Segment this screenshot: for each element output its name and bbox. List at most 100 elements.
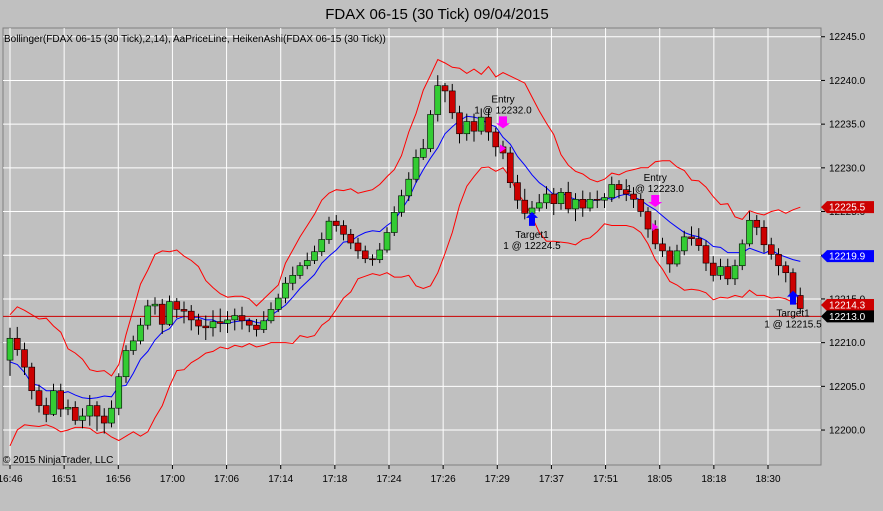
candle-body <box>470 121 478 132</box>
candle-body <box>296 265 304 276</box>
candle-body <box>79 415 86 421</box>
candle-body <box>572 199 579 210</box>
candle-body <box>108 407 115 424</box>
x-tick-label: 16:51 <box>52 474 77 485</box>
candle-body <box>318 239 326 253</box>
candle-body <box>303 260 311 267</box>
price-marker: 12214.3 <box>821 299 874 312</box>
y-tick-label: 12200.0 <box>829 426 866 437</box>
candle-body <box>550 193 558 204</box>
candle-body <box>680 236 688 252</box>
candle-body <box>760 226 768 246</box>
candle-body <box>673 250 681 265</box>
candle-body <box>456 112 463 135</box>
candle-body <box>202 325 210 329</box>
target-detail-label: 1 @ 12224.5 <box>503 241 561 252</box>
y-tick-label: 12205.0 <box>829 382 866 393</box>
price-marker-label: 12225.5 <box>829 203 866 214</box>
candle-body <box>253 324 260 330</box>
y-tick-label: 12240.0 <box>829 76 866 87</box>
y-tick-label: 12235.0 <box>829 120 866 131</box>
candle-body <box>427 114 434 149</box>
candle-body <box>477 116 485 132</box>
candle-body <box>245 320 253 326</box>
candle-body <box>187 310 195 321</box>
candle-body <box>6 337 14 361</box>
candle-body <box>115 376 123 409</box>
candle-body <box>376 249 384 260</box>
candle-body <box>724 266 732 280</box>
x-tick-label: 16:46 <box>0 474 23 485</box>
y-tick-label: 12210.0 <box>829 338 866 349</box>
price-marker: 12213.0 <box>821 310 874 323</box>
candle-body <box>746 219 753 245</box>
candle-body <box>21 349 28 368</box>
candle-body <box>274 297 282 310</box>
candle-body <box>28 366 36 392</box>
candle-body <box>238 315 246 322</box>
candle-body <box>412 157 420 180</box>
x-tick-label: 18:05 <box>647 474 672 485</box>
candle-body <box>390 212 398 233</box>
candle-body <box>173 301 181 310</box>
candle-body <box>50 390 57 415</box>
candle-body <box>586 199 594 209</box>
candle-body <box>688 236 695 239</box>
candle-body <box>347 233 355 244</box>
candle-body <box>180 309 188 312</box>
candle-body <box>564 192 572 210</box>
entry-detail-label: 1 @ 12232.0 <box>474 105 532 116</box>
candle-body <box>282 282 289 299</box>
price-marker-label: 12219.9 <box>829 252 866 263</box>
candle-body <box>644 211 652 230</box>
candle-body <box>521 199 529 214</box>
candle-body <box>158 303 166 325</box>
candle-body <box>557 192 565 204</box>
candle-body <box>709 262 717 276</box>
candle-body <box>93 405 101 417</box>
x-tick-label: 17:06 <box>214 474 239 485</box>
copyright-text: © 2015 NinjaTrader, LLC <box>3 455 113 466</box>
candle-body <box>717 266 724 276</box>
price-marker: 12219.9 <box>821 250 874 263</box>
candle-body <box>267 309 275 322</box>
candle-body <box>340 225 347 235</box>
candle-body <box>231 315 239 321</box>
candle-body <box>144 305 152 326</box>
candle-body <box>151 303 159 307</box>
target-detail-label: 1 @ 12215.5 <box>764 320 822 331</box>
candle-body <box>666 250 674 265</box>
candle-body <box>332 220 340 226</box>
candle-body <box>419 148 427 158</box>
candle-body <box>485 116 492 133</box>
candle-bull <box>738 239 746 271</box>
candle-body <box>195 319 202 327</box>
candle-body <box>601 197 608 201</box>
candle-body <box>325 220 333 240</box>
y-tick-label: 12230.0 <box>829 163 866 174</box>
target-title-label: Target1 <box>776 309 810 320</box>
candle-body <box>651 228 659 245</box>
price-marker-label: 12213.0 <box>829 312 866 323</box>
candle-bull <box>427 110 434 153</box>
candle-body <box>796 295 804 309</box>
price-marker: 12225.5 <box>821 201 874 214</box>
chart-svg: Entry1 @ 12232.0Target11 @ 12224.5Entry1… <box>0 0 883 511</box>
candle-body <box>64 407 72 410</box>
x-tick-label: 17:18 <box>322 474 347 485</box>
candle-bear <box>506 146 514 188</box>
entry-detail-label: 1 @ 12223.0 <box>627 184 685 195</box>
candle-body <box>695 238 703 246</box>
x-tick-label: 17:29 <box>485 474 510 485</box>
candle-body <box>260 320 268 330</box>
chart-root: Entry 1 @ 12232.0 Target1 1 @ 12224.5 Entry 1… <box>0 0 883 511</box>
chart-title: FDAX 06-15 (30 Tick) 09/04/2015 <box>325 6 548 23</box>
x-tick-label: 17:14 <box>268 474 293 485</box>
candle-body <box>405 178 413 197</box>
candle-body <box>434 85 442 115</box>
y-tick-label: 12245.0 <box>829 32 866 43</box>
candle-body <box>383 232 391 251</box>
candle-body <box>13 337 21 350</box>
candle-body <box>224 319 231 324</box>
candle-body <box>311 251 318 261</box>
